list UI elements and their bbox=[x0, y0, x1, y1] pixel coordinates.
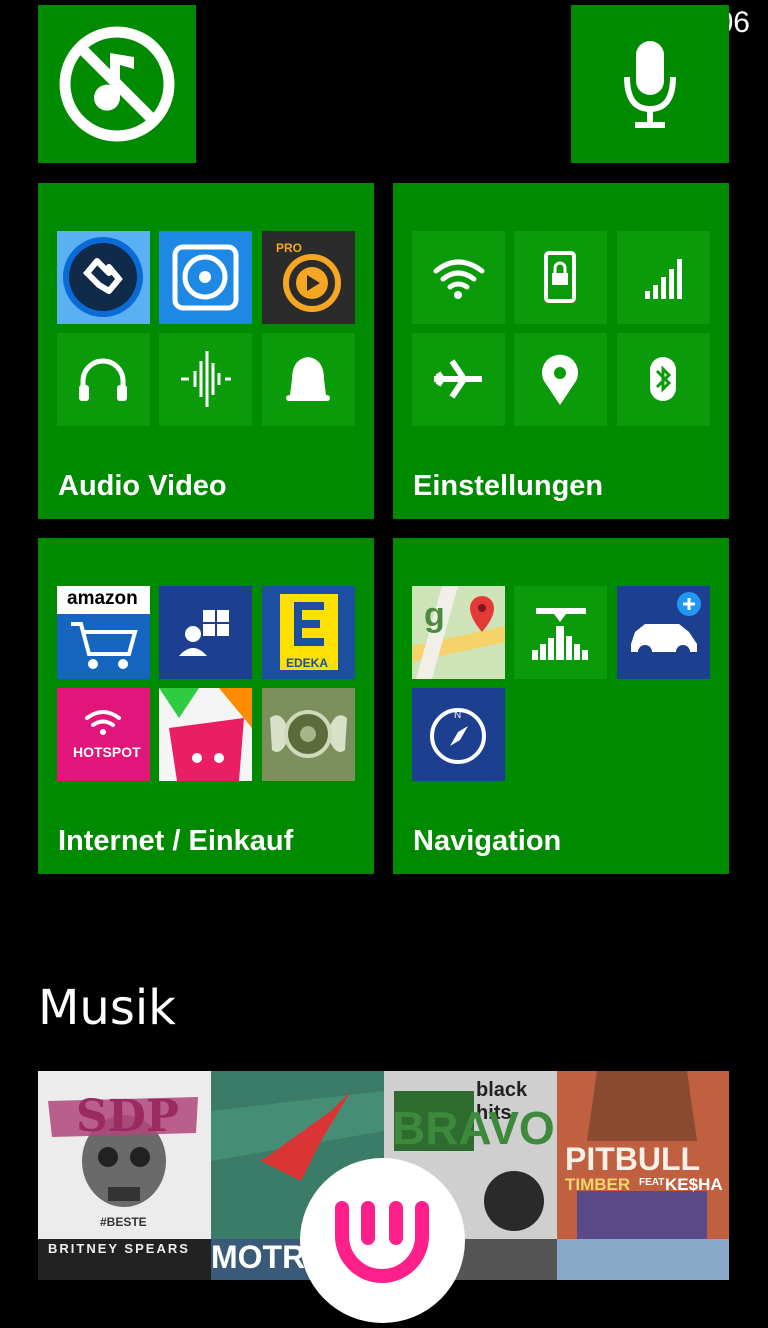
compass-north-label: N bbox=[454, 710, 462, 721]
section-title-musik: Musik bbox=[38, 980, 176, 1036]
voice-wave-app-tile[interactable] bbox=[159, 333, 252, 426]
hotspot-app-tile[interactable]: HOTSPOT bbox=[57, 688, 150, 781]
compass-icon bbox=[430, 708, 486, 764]
folder-label: Audio Video bbox=[58, 470, 227, 502]
folder-internet-einkauf[interactable]: amazon EDEKA HOTSPOT Internet / Einkauf bbox=[38, 538, 374, 874]
folder-label: Navigation bbox=[413, 825, 562, 857]
google-maps-icon: g bbox=[412, 586, 505, 679]
wifi-app-tile[interactable] bbox=[412, 231, 505, 324]
lock-phone-icon bbox=[544, 251, 576, 303]
car-add-icon bbox=[631, 592, 701, 659]
album-artist: SDP bbox=[76, 1091, 180, 1142]
folder-einstellungen[interactable]: Einstellungen bbox=[393, 183, 729, 519]
hotspot-label: HOTSPOT bbox=[73, 744, 141, 760]
headphones-app-tile[interactable] bbox=[57, 333, 150, 426]
airplane-icon bbox=[434, 359, 482, 399]
album-feat: FEAT bbox=[639, 1177, 665, 1188]
album-artist: BRITNEY SPEARS bbox=[48, 1241, 190, 1256]
lock-screen-app-tile[interactable] bbox=[514, 231, 607, 324]
cart-icon bbox=[71, 622, 138, 669]
airplane-app-tile[interactable] bbox=[412, 333, 505, 426]
sound-wave-icon bbox=[181, 351, 231, 407]
cellular-app-tile[interactable] bbox=[617, 231, 710, 324]
winged-shield-icon bbox=[262, 688, 355, 781]
location-pin-icon bbox=[542, 354, 578, 405]
recorder-app-tile[interactable] bbox=[159, 231, 252, 324]
pro-label: PRO bbox=[276, 241, 303, 255]
city-skyline-icon bbox=[532, 608, 588, 660]
microphone-icon bbox=[624, 41, 676, 128]
album-artist: MOTRI bbox=[211, 1239, 315, 1275]
album-tile[interactable]: BRITNEY SPEARS bbox=[38, 1239, 211, 1280]
bell-icon bbox=[286, 357, 330, 401]
shopping-app-tile[interactable] bbox=[159, 688, 252, 781]
bluetooth-app-tile[interactable] bbox=[617, 333, 710, 426]
shazam-app-tile[interactable] bbox=[57, 231, 150, 324]
shopping-cart-icon bbox=[159, 688, 252, 781]
wifi-icon bbox=[433, 259, 485, 299]
bell-app-tile[interactable] bbox=[262, 333, 355, 426]
amazon-logo-text: amazon bbox=[67, 588, 138, 609]
shazam-icon bbox=[57, 231, 150, 324]
album-artist: PITBULL bbox=[565, 1141, 701, 1177]
album-title: BRAVO bbox=[392, 1102, 555, 1154]
location-app-tile[interactable] bbox=[514, 333, 607, 426]
city-app-tile[interactable] bbox=[514, 586, 607, 679]
bluetooth-icon bbox=[650, 357, 676, 401]
car-app-tile[interactable] bbox=[617, 586, 710, 679]
amazon-app-tile[interactable]: amazon bbox=[57, 586, 150, 679]
speaker-icon bbox=[172, 244, 239, 311]
people-app-tile[interactable] bbox=[159, 586, 252, 679]
folder-label: Einstellungen bbox=[413, 470, 604, 502]
music-off-icon bbox=[59, 26, 175, 142]
people-icon bbox=[179, 610, 229, 656]
edeka-app-tile[interactable]: EDEKA bbox=[262, 586, 355, 679]
music-app-badge[interactable] bbox=[300, 1158, 465, 1323]
folder-audio-video[interactable]: PRO Audio Video bbox=[38, 183, 374, 519]
album-tile[interactable] bbox=[557, 1239, 729, 1280]
album-tile[interactable]: PITBULL TIMBER FEAT KE$HA bbox=[557, 1071, 729, 1239]
album-title: TIMBER bbox=[565, 1175, 631, 1194]
edeka-label: EDEKA bbox=[286, 656, 329, 670]
folder-label: Internet / Einkauf bbox=[58, 825, 294, 857]
video-pro-app-tile[interactable]: PRO bbox=[262, 231, 355, 324]
compass-app-tile[interactable]: N bbox=[412, 688, 505, 781]
folder-navigation[interactable]: g N Navigation bbox=[393, 538, 729, 874]
mixradio-headphones-icon bbox=[335, 1201, 429, 1283]
game-app-tile[interactable] bbox=[262, 688, 355, 781]
music-off-tile[interactable] bbox=[38, 5, 196, 163]
svg-text:g: g bbox=[424, 596, 445, 634]
google-maps-app-tile[interactable]: g bbox=[412, 586, 505, 679]
album-tile[interactable]: SDP #BESTE bbox=[38, 1071, 211, 1239]
album-title: #BESTE bbox=[100, 1215, 147, 1229]
headphones-icon bbox=[79, 358, 127, 401]
hotspot-wifi-icon bbox=[85, 710, 121, 735]
signal-icon bbox=[645, 259, 682, 299]
album-feat-artist: KE$HA bbox=[665, 1175, 723, 1194]
voice-tile[interactable] bbox=[571, 5, 729, 163]
